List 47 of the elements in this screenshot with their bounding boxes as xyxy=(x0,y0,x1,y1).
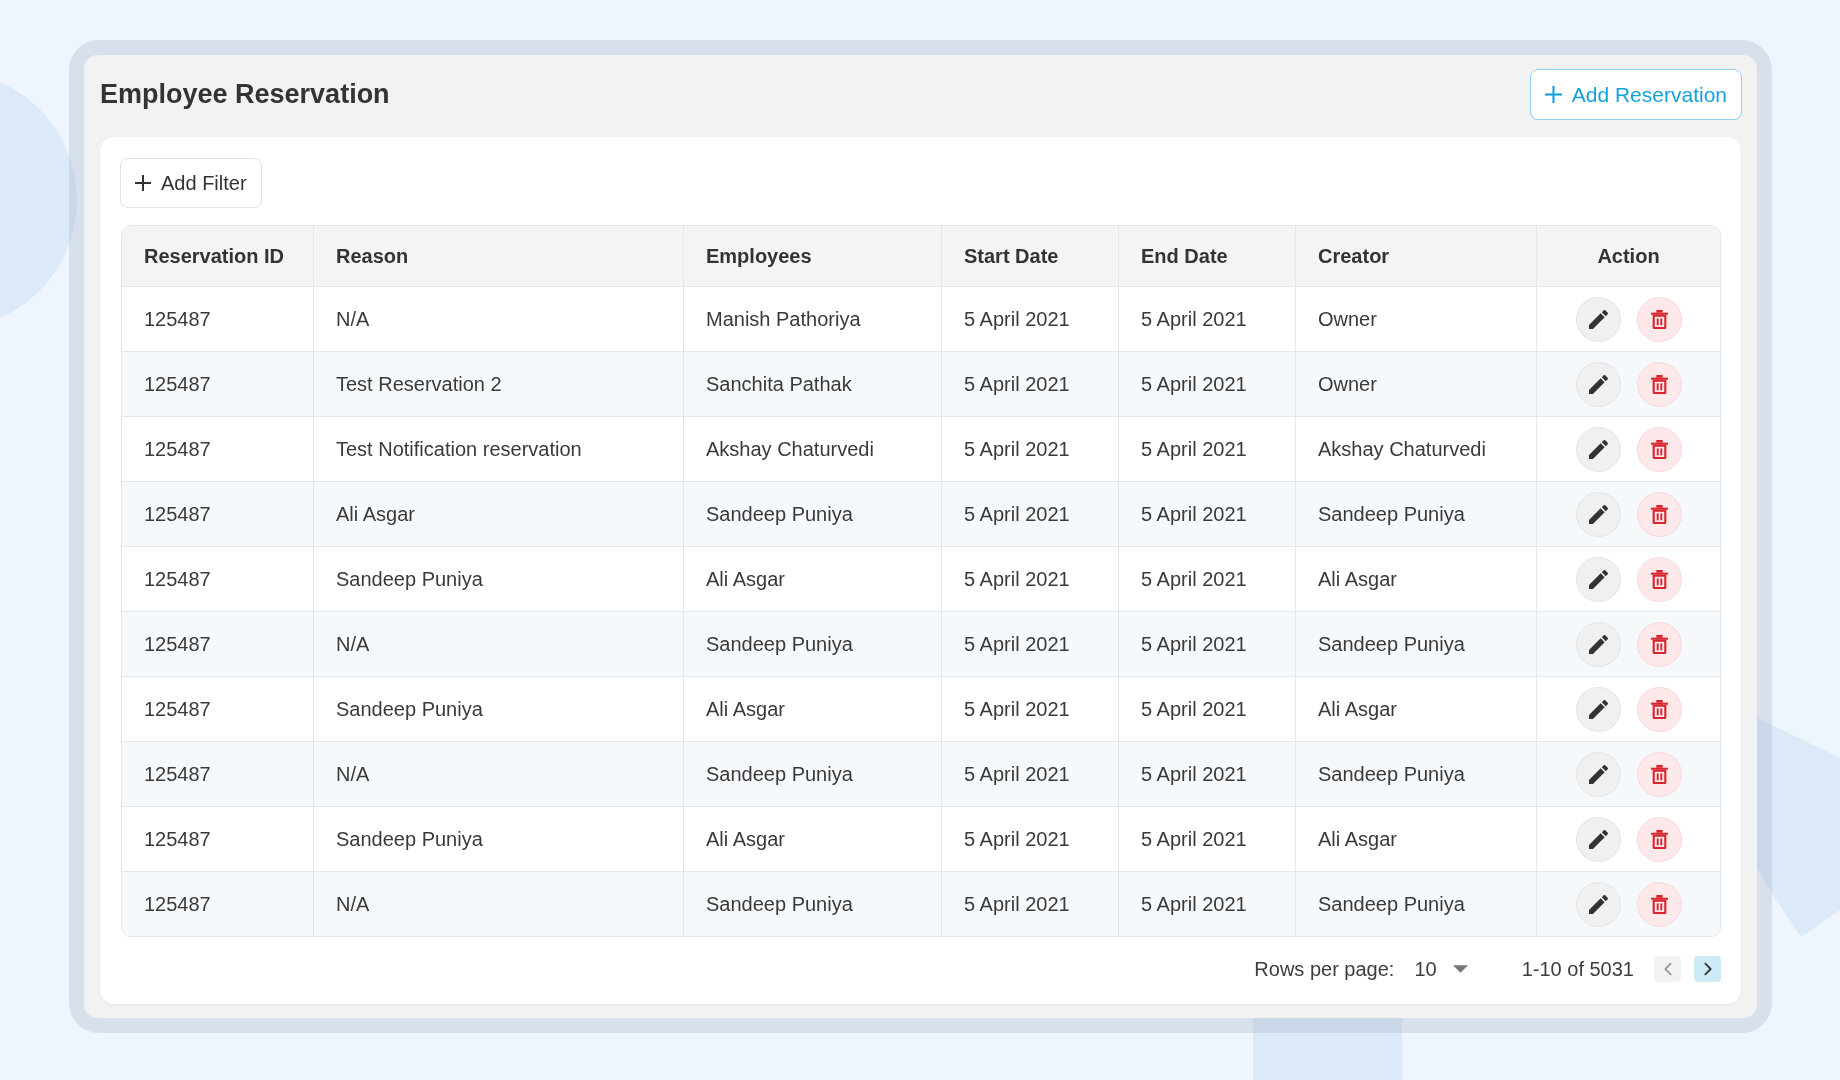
pencil-icon xyxy=(1588,829,1608,849)
pencil-icon xyxy=(1588,894,1608,914)
column-header: Reservation ID xyxy=(143,244,286,269)
rows-per-page-label: Rows per page: xyxy=(1254,956,1395,982)
pencil-icon xyxy=(1588,439,1608,459)
table-cell-text: 125487 xyxy=(143,307,212,332)
pencil-icon xyxy=(1588,374,1608,394)
trash-icon xyxy=(1650,634,1668,654)
plus-icon xyxy=(135,175,151,191)
table-cell-text: 125487 xyxy=(143,892,212,917)
trash-icon xyxy=(1650,699,1668,719)
pencil-icon xyxy=(1588,504,1608,524)
table-cell-text: 125487 xyxy=(143,762,212,787)
trash-icon xyxy=(1650,894,1668,914)
trash-icon xyxy=(1650,439,1668,459)
table-cell: Sandeep Puniya xyxy=(683,872,941,936)
pencil-icon xyxy=(1588,634,1608,654)
add-filter-button[interactable]: Add Filter xyxy=(120,158,262,208)
trash-icon xyxy=(1650,374,1668,394)
table-cell-text: 125487 xyxy=(143,502,212,527)
chevron-left-icon xyxy=(1663,961,1672,976)
trash-icon xyxy=(1650,504,1668,524)
table-cell-text: 125487 xyxy=(143,372,212,397)
caret-down-icon xyxy=(1452,964,1468,973)
table-cell-text: 125487 xyxy=(143,827,212,852)
pencil-icon xyxy=(1588,309,1608,329)
trash-icon xyxy=(1650,829,1668,849)
table-cell: N/A xyxy=(313,872,683,936)
rows-per-page-select[interactable]: 10 xyxy=(1414,953,1468,984)
trash-icon xyxy=(1650,309,1668,329)
trash-icon xyxy=(1650,764,1668,784)
table-cell: Sandeep Puniya xyxy=(1295,872,1536,936)
next-page-button[interactable] xyxy=(1694,955,1721,982)
table-cell-text: 125487 xyxy=(143,632,212,657)
chevron-right-icon xyxy=(1703,961,1712,976)
trash-icon xyxy=(1650,569,1668,589)
table-cell: 5 April 2021 xyxy=(1118,872,1295,936)
table-cell-text: 125487 xyxy=(143,567,212,592)
table-cell: 5 April 2021 xyxy=(941,872,1118,936)
page-title: Employee Reservation xyxy=(100,78,390,112)
table-cell-text: 125487 xyxy=(143,697,212,722)
table-cell-text: 125487 xyxy=(143,437,212,462)
plus-icon xyxy=(1544,86,1562,103)
pencil-icon xyxy=(1588,764,1608,784)
page-range: 1-10 of 5031 xyxy=(1521,956,1634,982)
pencil-icon xyxy=(1588,699,1608,719)
pencil-icon xyxy=(1588,569,1608,589)
